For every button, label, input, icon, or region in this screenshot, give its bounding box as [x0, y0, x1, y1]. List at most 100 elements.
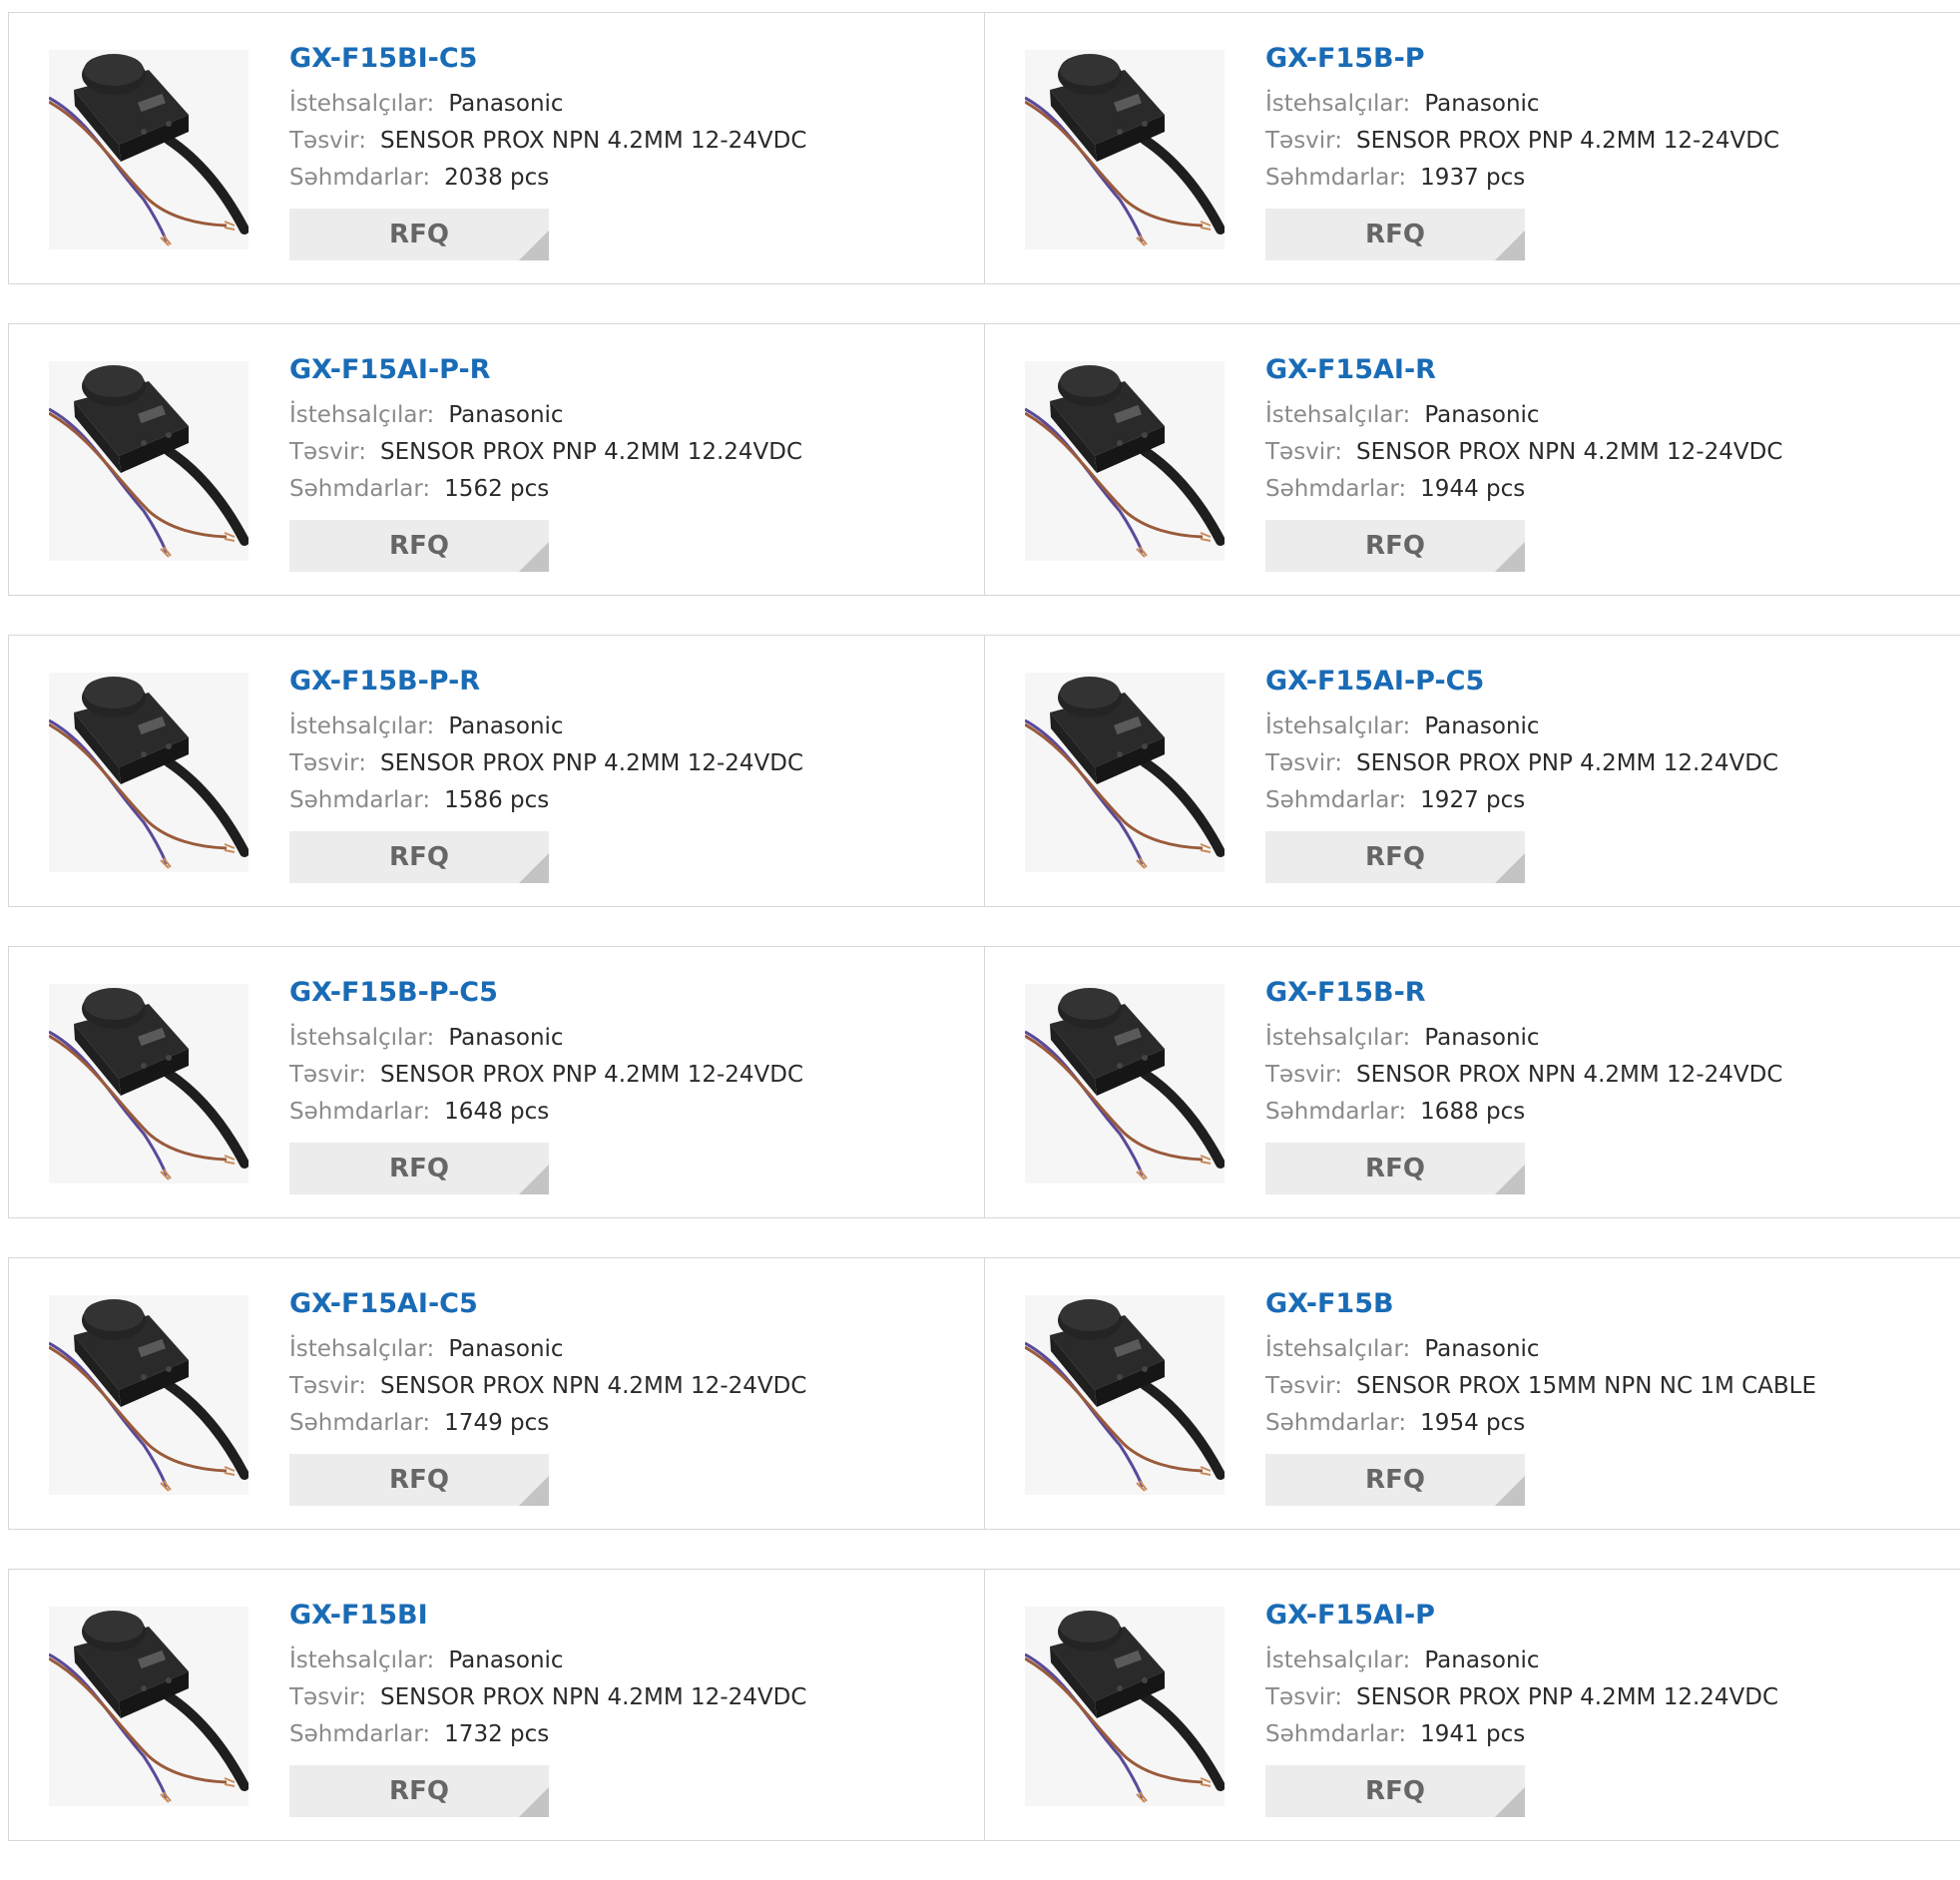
- manufacturer-label: İstehsalçılar:: [289, 402, 435, 428]
- description-value: SENSOR PROX NPN 4.2MM 12-24VDC: [380, 1684, 807, 1710]
- product-card: GX-F15BI İstehsalçılar: Panasonic Təsvir: SE…: [8, 1569, 985, 1841]
- product-info: GX-F15B-P-R İstehsalçılar: Panasonic Təsvir…: [289, 664, 803, 883]
- rfq-label: RFQ: [1365, 531, 1425, 561]
- manufacturer-value: Panasonic: [448, 1336, 564, 1362]
- sensor-product-icon: [49, 1295, 248, 1495]
- rfq-button[interactable]: RFQ: [289, 209, 549, 260]
- manufacturer-value: Panasonic: [1424, 1647, 1540, 1673]
- product-card: GX-F15B-R İstehsalçılar: Panasonic Təsvir: S…: [984, 946, 1960, 1218]
- rfq-button[interactable]: RFQ: [289, 1765, 549, 1817]
- product-image[interactable]: [1025, 361, 1225, 561]
- product-info: GX-F15BI-C5 İstehsalçılar: Panasonic Təsvir…: [289, 41, 806, 260]
- rfq-button[interactable]: RFQ: [289, 831, 549, 883]
- rfq-button[interactable]: RFQ: [1265, 1454, 1525, 1506]
- product-row: GX-F15AI-C5 İstehsalçılar: Panasonic Təsvir…: [8, 1257, 1960, 1530]
- product-name-link[interactable]: GX-F15AI-P-R: [289, 352, 802, 388]
- product-row: GX-F15B-P-R İstehsalçılar: Panasonic Təsvir…: [8, 635, 1960, 907]
- product-name-link[interactable]: GX-F15AI-P-C5: [1265, 664, 1778, 700]
- corner-triangle-icon: [519, 542, 549, 572]
- description-label: Təsvir:: [289, 1684, 366, 1710]
- rfq-label: RFQ: [389, 842, 449, 872]
- product-image[interactable]: [49, 1607, 248, 1806]
- product-card: GX-F15B İstehsalçılar: Panasonic Təsvir: SEN…: [984, 1257, 1960, 1530]
- rfq-label: RFQ: [1365, 1465, 1425, 1495]
- product-image[interactable]: [1025, 673, 1225, 872]
- manufacturer-value: Panasonic: [1424, 1025, 1540, 1051]
- manufacturer-value: Panasonic: [448, 402, 564, 428]
- description-value: SENSOR PROX PNP 4.2MM 12-24VDC: [380, 1062, 804, 1088]
- rfq-label: RFQ: [389, 220, 449, 249]
- product-name-link[interactable]: GX-F15AI-P: [1265, 1598, 1778, 1634]
- product-info: GX-F15B İstehsalçılar: Panasonic Təsvir: SEN…: [1265, 1286, 1816, 1506]
- stock-label: Səhmdarlar:: [289, 1721, 431, 1747]
- rfq-button[interactable]: RFQ: [289, 1454, 549, 1506]
- rfq-button[interactable]: RFQ: [1265, 209, 1525, 260]
- product-image[interactable]: [49, 361, 248, 561]
- sensor-product-icon: [49, 984, 248, 1183]
- product-image[interactable]: [1025, 1607, 1225, 1806]
- manufacturer-value: Panasonic: [448, 1647, 564, 1673]
- manufacturer-line: İstehsalçılar: Panasonic: [1265, 1020, 1782, 1057]
- product-image[interactable]: [49, 50, 248, 249]
- rfq-button[interactable]: RFQ: [1265, 1765, 1525, 1817]
- description-label: Təsvir:: [289, 128, 366, 154]
- product-row: GX-F15BI-C5 İstehsalçılar: Panasonic Təsvir…: [8, 12, 1960, 284]
- stock-line: Səhmdarlar: 1562 pcs: [289, 471, 802, 508]
- manufacturer-value: Panasonic: [1424, 713, 1540, 739]
- corner-triangle-icon: [1495, 853, 1525, 883]
- sensor-product-icon: [49, 50, 248, 249]
- manufacturer-value: Panasonic: [448, 713, 564, 739]
- rfq-label: RFQ: [389, 1465, 449, 1495]
- rfq-button[interactable]: RFQ: [1265, 1143, 1525, 1194]
- stock-label: Səhmdarlar:: [289, 1410, 431, 1436]
- product-image[interactable]: [49, 673, 248, 872]
- product-name-link[interactable]: GX-F15B-P: [1265, 41, 1779, 77]
- product-name-link[interactable]: GX-F15B-P-C5: [289, 975, 803, 1011]
- product-info: GX-F15AI-C5 İstehsalçılar: Panasonic Təsvir…: [289, 1286, 806, 1506]
- manufacturer-line: İstehsalçılar: Panasonic: [1265, 708, 1778, 745]
- sensor-product-icon: [1025, 1295, 1225, 1495]
- description-label: Təsvir:: [289, 1373, 366, 1399]
- product-info: GX-F15BI İstehsalçılar: Panasonic Təsvir: SE…: [289, 1598, 806, 1817]
- product-name-link[interactable]: GX-F15B-P-R: [289, 664, 803, 700]
- sensor-product-icon: [1025, 1607, 1225, 1806]
- product-image[interactable]: [1025, 50, 1225, 249]
- description-line: Təsvir: SENSOR PROX PNP 4.2MM 12.24VDC: [1265, 745, 1778, 782]
- product-name-link[interactable]: GX-F15B: [1265, 1286, 1816, 1322]
- manufacturer-value: Panasonic: [448, 1025, 564, 1051]
- product-image[interactable]: [49, 984, 248, 1183]
- description-label: Təsvir:: [1265, 439, 1342, 465]
- manufacturer-label: İstehsalçılar:: [289, 91, 435, 117]
- rfq-button[interactable]: RFQ: [289, 1143, 549, 1194]
- corner-triangle-icon: [519, 231, 549, 260]
- product-image[interactable]: [1025, 1295, 1225, 1495]
- sensor-product-icon: [1025, 984, 1225, 1183]
- rfq-button[interactable]: RFQ: [1265, 831, 1525, 883]
- stock-label: Səhmdarlar:: [1265, 1721, 1407, 1747]
- description-line: Təsvir: SENSOR PROX PNP 4.2MM 12-24VDC: [289, 745, 803, 782]
- product-image[interactable]: [49, 1295, 248, 1495]
- product-name-link[interactable]: GX-F15BI-C5: [289, 41, 806, 77]
- rfq-button[interactable]: RFQ: [1265, 520, 1525, 572]
- description-line: Təsvir: SENSOR PROX 15MM NPN NC 1M CABLE: [1265, 1368, 1816, 1405]
- rfq-label: RFQ: [389, 1154, 449, 1183]
- product-row: GX-F15BI İstehsalçılar: Panasonic Təsvir: SE…: [8, 1569, 1960, 1841]
- manufacturer-line: İstehsalçılar: Panasonic: [1265, 1643, 1778, 1679]
- description-value: SENSOR PROX NPN 4.2MM 12-24VDC: [380, 128, 807, 154]
- description-value: SENSOR PROX NPN 4.2MM 12-24VDC: [1356, 1062, 1783, 1088]
- stock-line: Səhmdarlar: 1941 pcs: [1265, 1716, 1778, 1753]
- rfq-button[interactable]: RFQ: [289, 520, 549, 572]
- product-name-link[interactable]: GX-F15AI-C5: [289, 1286, 806, 1322]
- product-image[interactable]: [1025, 984, 1225, 1183]
- description-label: Təsvir:: [289, 439, 366, 465]
- product-name-link[interactable]: GX-F15AI-R: [1265, 352, 1782, 388]
- manufacturer-label: İstehsalçılar:: [289, 1336, 435, 1362]
- stock-line: Səhmdarlar: 1586 pcs: [289, 782, 803, 819]
- product-name-link[interactable]: GX-F15BI: [289, 1598, 806, 1634]
- product-card: GX-F15AI-P-R İstehsalçılar: Panasonic Təsvi…: [8, 323, 985, 596]
- product-card: GX-F15B-P-C5 İstehsalçılar: Panasonic Təsvi…: [8, 946, 985, 1218]
- product-card: GX-F15AI-P-C5 İstehsalçılar: Panasonic Təsv…: [984, 635, 1960, 907]
- product-name-link[interactable]: GX-F15B-R: [1265, 975, 1782, 1011]
- stock-value: 1688 pcs: [1420, 1099, 1526, 1125]
- stock-line: Səhmdarlar: 1749 pcs: [289, 1405, 806, 1442]
